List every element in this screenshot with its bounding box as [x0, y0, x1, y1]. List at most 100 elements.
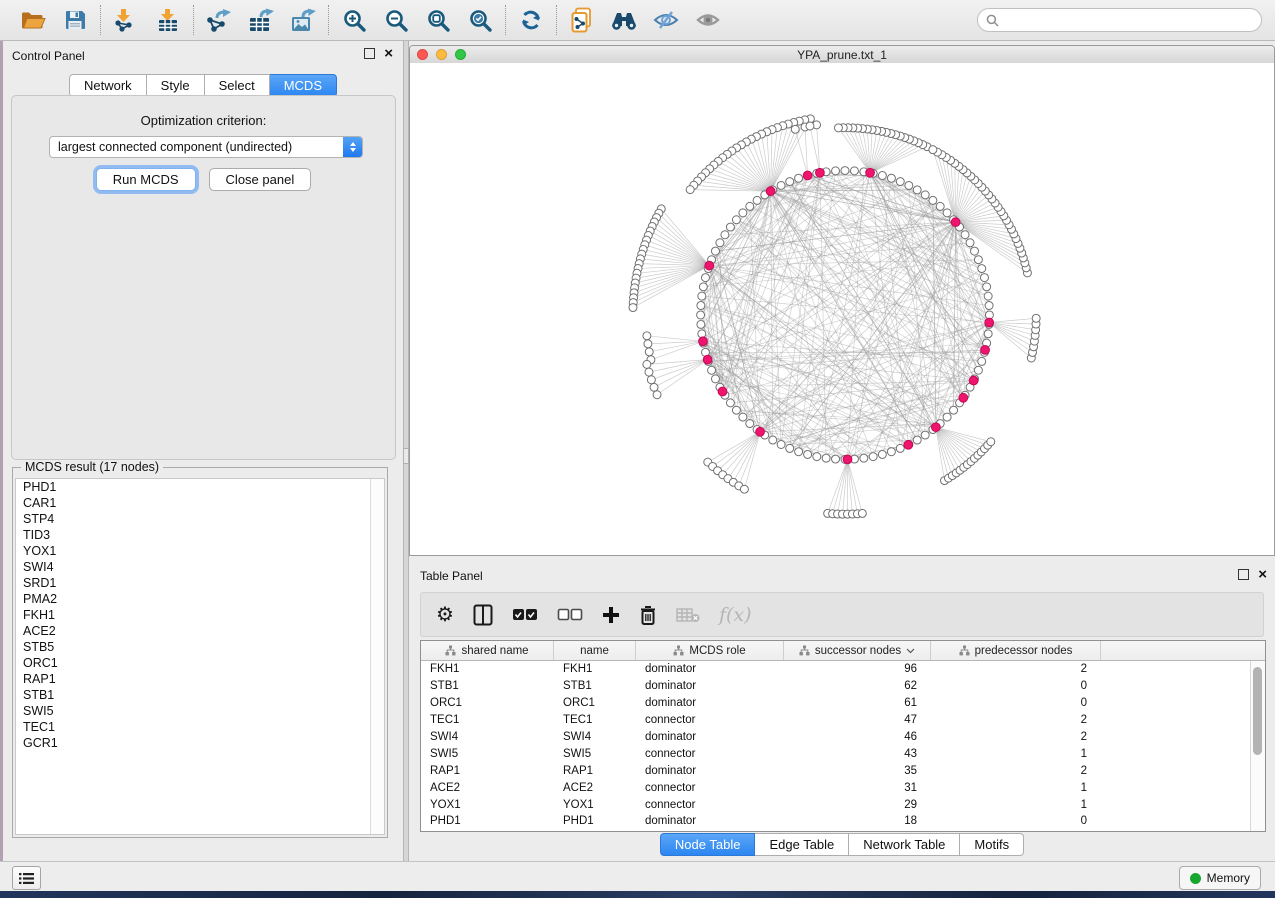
- zoom-out-icon[interactable]: [382, 6, 410, 34]
- graph-node[interactable]: [985, 302, 993, 310]
- mcds-result-item[interactable]: PHD1: [16, 479, 384, 495]
- graph-node[interactable]: [643, 332, 651, 340]
- graph-node[interactable]: [746, 420, 754, 428]
- graph-node[interactable]: [984, 292, 992, 300]
- graph-mcds-node[interactable]: [803, 171, 812, 180]
- graph-node[interactable]: [795, 448, 803, 456]
- graph-node[interactable]: [795, 174, 803, 182]
- graph-node[interactable]: [697, 302, 705, 310]
- table-row[interactable]: YOX1YOX1connector291: [421, 796, 1265, 813]
- run-mcds-button[interactable]: Run MCDS: [96, 168, 196, 191]
- graph-mcds-node[interactable]: [866, 168, 875, 177]
- graph-node[interactable]: [777, 181, 785, 189]
- graph-node[interactable]: [650, 383, 658, 391]
- graph-node[interactable]: [943, 209, 951, 217]
- mcds-result-item[interactable]: PMA2: [16, 591, 384, 607]
- table-row[interactable]: SWI5SWI5connector431: [421, 745, 1265, 762]
- graph-node[interactable]: [971, 247, 979, 255]
- graph-node[interactable]: [896, 178, 904, 186]
- graph-mcds-node[interactable]: [756, 427, 765, 436]
- graph-node[interactable]: [978, 265, 986, 273]
- column-header-successor-nodes[interactable]: successor nodes: [784, 641, 931, 660]
- graph-node[interactable]: [822, 454, 830, 462]
- graph-mcds-node[interactable]: [766, 187, 775, 196]
- graph-node[interactable]: [629, 304, 637, 312]
- close-panel-button[interactable]: Close panel: [209, 168, 312, 191]
- mcds-result-item[interactable]: FKH1: [16, 607, 384, 623]
- graph-node[interactable]: [943, 413, 951, 421]
- graph-node[interactable]: [645, 348, 653, 356]
- graph-node[interactable]: [711, 375, 719, 383]
- mcds-result-item[interactable]: SWI4: [16, 559, 384, 575]
- table-tab-edge-table[interactable]: Edge Table: [755, 833, 849, 856]
- graph-node[interactable]: [832, 455, 840, 463]
- mcds-result-item[interactable]: TEC1: [16, 719, 384, 735]
- graph-node[interactable]: [929, 146, 937, 154]
- column-header-predecessor-nodes[interactable]: predecessor nodes: [931, 641, 1101, 660]
- graph-node[interactable]: [905, 181, 913, 189]
- graph-mcds-node[interactable]: [703, 355, 712, 364]
- graph-mcds-node[interactable]: [931, 423, 940, 432]
- graph-node[interactable]: [786, 178, 794, 186]
- graph-node[interactable]: [834, 124, 842, 132]
- show-all-icon[interactable]: [694, 6, 722, 34]
- graph-node[interactable]: [644, 340, 652, 348]
- table-tab-motifs[interactable]: Motifs: [960, 833, 1024, 856]
- table-tab-node-table[interactable]: Node Table: [660, 833, 756, 856]
- graph-node[interactable]: [746, 202, 754, 210]
- deselect-all-icon[interactable]: [557, 602, 583, 628]
- close-table-panel-icon[interactable]: ×: [1258, 570, 1267, 579]
- graph-mcds-node[interactable]: [816, 168, 825, 177]
- mcds-result-item[interactable]: CAR1: [16, 495, 384, 511]
- graph-mcds-node[interactable]: [705, 261, 714, 270]
- graph-node[interactable]: [850, 167, 858, 175]
- graph-node[interactable]: [739, 413, 747, 421]
- table-scrollbar-thumb[interactable]: [1253, 667, 1262, 755]
- table-row[interactable]: TEC1TEC1connector472: [421, 712, 1265, 729]
- graph-node[interactable]: [813, 453, 821, 461]
- delete-row-icon[interactable]: [639, 602, 657, 628]
- graph-node[interactable]: [653, 391, 661, 399]
- network-canvas[interactable]: [410, 63, 1274, 555]
- table-row[interactable]: FKH1FKH1dominator962: [421, 661, 1265, 678]
- graph-mcds-node[interactable]: [959, 393, 968, 402]
- mcds-result-list[interactable]: PHD1CAR1STP4TID3YOX1SWI4SRD1PMA2FKH1ACE2…: [15, 478, 385, 835]
- table-row[interactable]: ACE2ACE2connector311: [421, 779, 1265, 796]
- graph-node[interactable]: [980, 274, 988, 282]
- graph-node[interactable]: [711, 247, 719, 255]
- column-header-name[interactable]: name: [554, 641, 636, 660]
- graph-node[interactable]: [726, 399, 734, 407]
- network-window-titlebar[interactable]: YPA_prune.txt_1: [410, 46, 1274, 64]
- zoom-fit-icon[interactable]: [424, 6, 452, 34]
- graph-node[interactable]: [643, 360, 651, 368]
- mcds-result-item[interactable]: RAP1: [16, 671, 384, 687]
- graph-node[interactable]: [961, 231, 969, 239]
- tab-style[interactable]: Style: [147, 74, 205, 97]
- graph-node[interactable]: [1032, 314, 1040, 322]
- graph-node[interactable]: [804, 450, 812, 458]
- mcds-result-item[interactable]: GCR1: [16, 735, 384, 751]
- graph-node[interactable]: [702, 274, 710, 282]
- mcds-result-item[interactable]: TID3: [16, 527, 384, 543]
- mcds-result-item[interactable]: ORC1: [16, 655, 384, 671]
- add-row-icon[interactable]: [602, 602, 620, 628]
- open-session-icon[interactable]: [19, 6, 47, 34]
- refresh-layout-icon[interactable]: [517, 6, 545, 34]
- graph-node[interactable]: [896, 444, 904, 452]
- graph-node[interactable]: [887, 174, 895, 182]
- graph-node[interactable]: [686, 186, 694, 194]
- graph-node[interactable]: [921, 431, 929, 439]
- graph-node[interactable]: [732, 216, 740, 224]
- graph-node[interactable]: [974, 256, 982, 264]
- graph-node[interactable]: [878, 171, 886, 179]
- graph-node[interactable]: [726, 223, 734, 231]
- graph-node[interactable]: [929, 196, 937, 204]
- graph-node[interactable]: [869, 453, 877, 461]
- function-builder-icon[interactable]: f(x): [719, 602, 752, 628]
- graph-node[interactable]: [841, 167, 849, 175]
- graph-node[interactable]: [878, 450, 886, 458]
- mcds-result-item[interactable]: STB5: [16, 639, 384, 655]
- graph-node[interactable]: [936, 202, 944, 210]
- delete-table-icon[interactable]: [676, 602, 700, 628]
- graph-node[interactable]: [716, 239, 724, 247]
